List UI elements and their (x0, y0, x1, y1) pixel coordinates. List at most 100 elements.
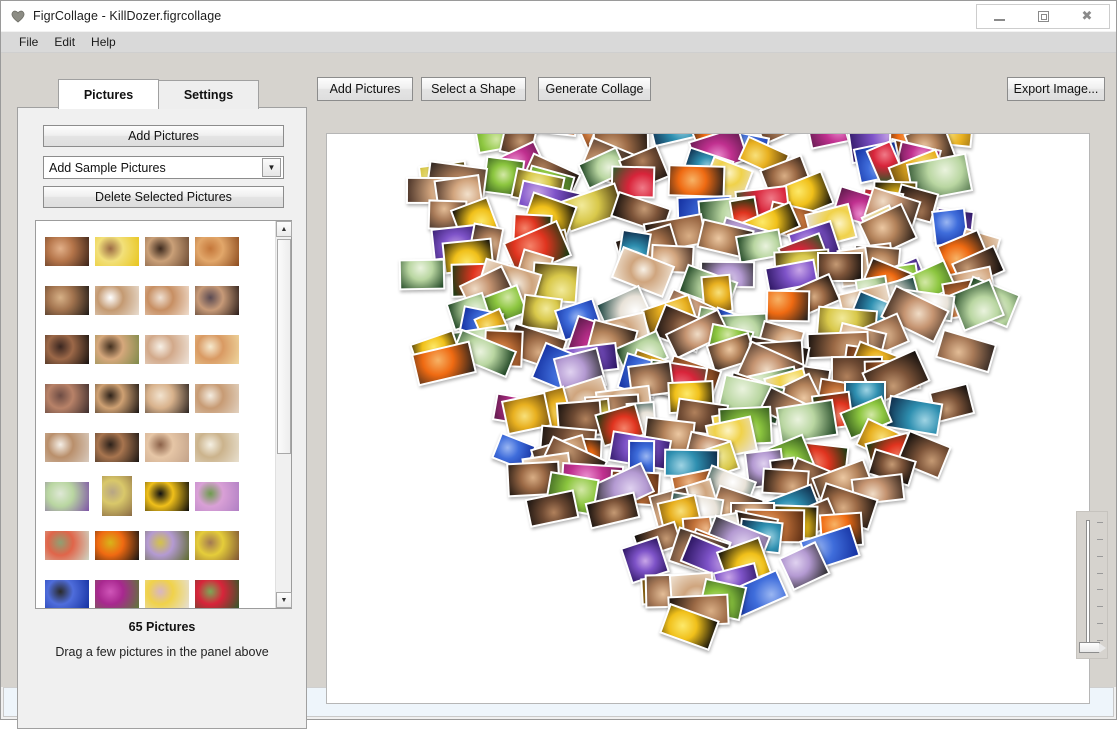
thumbnail-cell[interactable] (142, 570, 192, 608)
thumbnail-image[interactable] (145, 285, 189, 315)
add-pictures-button[interactable]: Add Pictures (317, 77, 413, 101)
thumbnail-image[interactable] (45, 432, 89, 462)
thumbnail-image[interactable] (45, 481, 89, 511)
menu-item-help[interactable]: Help (83, 33, 124, 51)
menu-item-file[interactable]: File (11, 33, 46, 51)
thumbnail-image[interactable] (95, 530, 139, 560)
generate-collage-button[interactable]: Generate Collage (538, 77, 651, 101)
sample-pictures-dropdown[interactable]: Add Sample Pictures ▼ (43, 156, 284, 179)
collage-photo (935, 329, 998, 374)
thumbnail-image[interactable] (45, 530, 89, 560)
thumbnail-image[interactable] (95, 334, 139, 364)
thumbnail-image[interactable] (195, 432, 239, 462)
thumbnail-cell[interactable] (142, 227, 192, 275)
thumbnail-cell[interactable] (142, 325, 192, 373)
thumbnail-cell[interactable] (192, 276, 242, 324)
export-image-button[interactable]: Export Image... (1007, 77, 1105, 101)
thumbnail-cell[interactable] (42, 374, 92, 422)
thumbnail-cell[interactable] (42, 521, 92, 569)
thumbnail-image[interactable] (102, 476, 132, 516)
thumbnail-cell[interactable] (42, 325, 92, 373)
thumbnail-cell[interactable] (192, 423, 242, 471)
thumbnail-cell[interactable] (92, 276, 142, 324)
thumbnail-cell[interactable] (92, 374, 142, 422)
thumbnail-image[interactable] (195, 481, 239, 511)
menu-item-edit[interactable]: Edit (46, 33, 83, 51)
thumbnail-cell[interactable] (192, 570, 242, 608)
thumbnail-image[interactable] (195, 334, 239, 364)
thumbnail-cell[interactable] (92, 227, 142, 275)
thumbnail-cell[interactable] (92, 472, 142, 520)
sample-pictures-value: Add Sample Pictures (49, 160, 166, 175)
caret-down-icon[interactable]: ▼ (276, 592, 292, 608)
thumbnail-image[interactable] (95, 383, 139, 413)
maximize-button[interactable] (1021, 5, 1065, 28)
thumbnail-cell[interactable] (92, 521, 142, 569)
thumbnail-cell[interactable] (142, 521, 192, 569)
thumbnail-image[interactable] (195, 236, 239, 266)
thumbnail-image[interactable] (145, 481, 189, 511)
tab-strip: Pictures Settings (17, 76, 307, 109)
zoom-slider-thumb[interactable] (1079, 642, 1106, 653)
thumbnail-cell[interactable] (192, 325, 242, 373)
thumbnail-cell[interactable] (92, 423, 142, 471)
thumbnail-image[interactable] (195, 383, 239, 413)
thumbnail-cell[interactable] (192, 374, 242, 422)
tab-settings[interactable]: Settings (158, 80, 259, 109)
menu-bar: File Edit Help (1, 32, 1116, 53)
thumbnail-cell[interactable] (192, 472, 242, 520)
thumbnail-grid[interactable] (36, 221, 275, 608)
thumbnail-image[interactable] (145, 334, 189, 364)
thumbnail-cell[interactable] (42, 570, 92, 608)
delete-selected-pictures-button[interactable]: Delete Selected Pictures (43, 186, 284, 208)
zoom-tick (1097, 538, 1103, 540)
thumbnail-image[interactable] (95, 432, 139, 462)
collage-canvas[interactable] (326, 133, 1090, 704)
thumbnail-cell[interactable] (42, 276, 92, 324)
minimize-button[interactable] (977, 5, 1021, 28)
caret-up-icon[interactable]: ▲ (276, 221, 292, 237)
thumbnail-image[interactable] (145, 236, 189, 266)
thumbnail-image[interactable] (95, 236, 139, 266)
select-a-shape-label: Select a Shape (431, 82, 516, 96)
thumbnail-image[interactable] (195, 579, 239, 608)
thumbnail-image[interactable] (95, 285, 139, 315)
thumbnail-image[interactable] (145, 530, 189, 560)
thumbnail-image[interactable] (45, 236, 89, 266)
thumbnail-panel[interactable]: ▲ ▼ (35, 220, 292, 609)
left-panel: Pictures Settings Add Pictures Add Sampl… (17, 76, 307, 729)
thumbnail-cell[interactable] (92, 570, 142, 608)
zoom-slider-ticks (1097, 522, 1105, 642)
thumbnail-cell[interactable] (142, 374, 192, 422)
thumbnail-cell[interactable] (142, 472, 192, 520)
thumbnail-cell[interactable] (42, 227, 92, 275)
thumbnail-image[interactable] (45, 285, 89, 315)
thumbnail-image[interactable] (45, 383, 89, 413)
scrollbar-thumb[interactable] (277, 239, 291, 454)
sidebar-add-pictures-button[interactable]: Add Pictures (43, 125, 284, 147)
zoom-slider[interactable] (1076, 511, 1108, 659)
thumbnail-image[interactable] (45, 579, 89, 608)
chevron-down-icon[interactable]: ▼ (262, 158, 281, 177)
thumbnail-cell[interactable] (92, 325, 142, 373)
close-button[interactable]: ✖ (1065, 5, 1109, 28)
thumbnail-cell[interactable] (42, 423, 92, 471)
thumbnail-cell[interactable] (142, 423, 192, 471)
select-a-shape-button[interactable]: Select a Shape (421, 77, 526, 101)
thumbnail-cell[interactable] (192, 521, 242, 569)
thumbnail-cell[interactable] (192, 227, 242, 275)
main-toolbar: Add Pictures Select a Shape Generate Col… (317, 77, 1106, 105)
thumbnail-image[interactable] (195, 285, 239, 315)
thumbnail-cell[interactable] (42, 472, 92, 520)
thumbnail-image[interactable] (145, 383, 189, 413)
thumbnail-image[interactable] (45, 334, 89, 364)
thumbnail-scrollbar[interactable]: ▲ ▼ (275, 221, 292, 608)
thumbnail-image[interactable] (145, 579, 189, 608)
thumbnail-cell[interactable] (142, 276, 192, 324)
thumbnail-image[interactable] (95, 579, 139, 608)
zoom-slider-track (1086, 520, 1090, 644)
generate-collage-label: Generate Collage (545, 82, 644, 96)
thumbnail-image[interactable] (195, 530, 239, 560)
thumbnail-image[interactable] (145, 432, 189, 462)
tab-pictures[interactable]: Pictures (58, 79, 159, 109)
